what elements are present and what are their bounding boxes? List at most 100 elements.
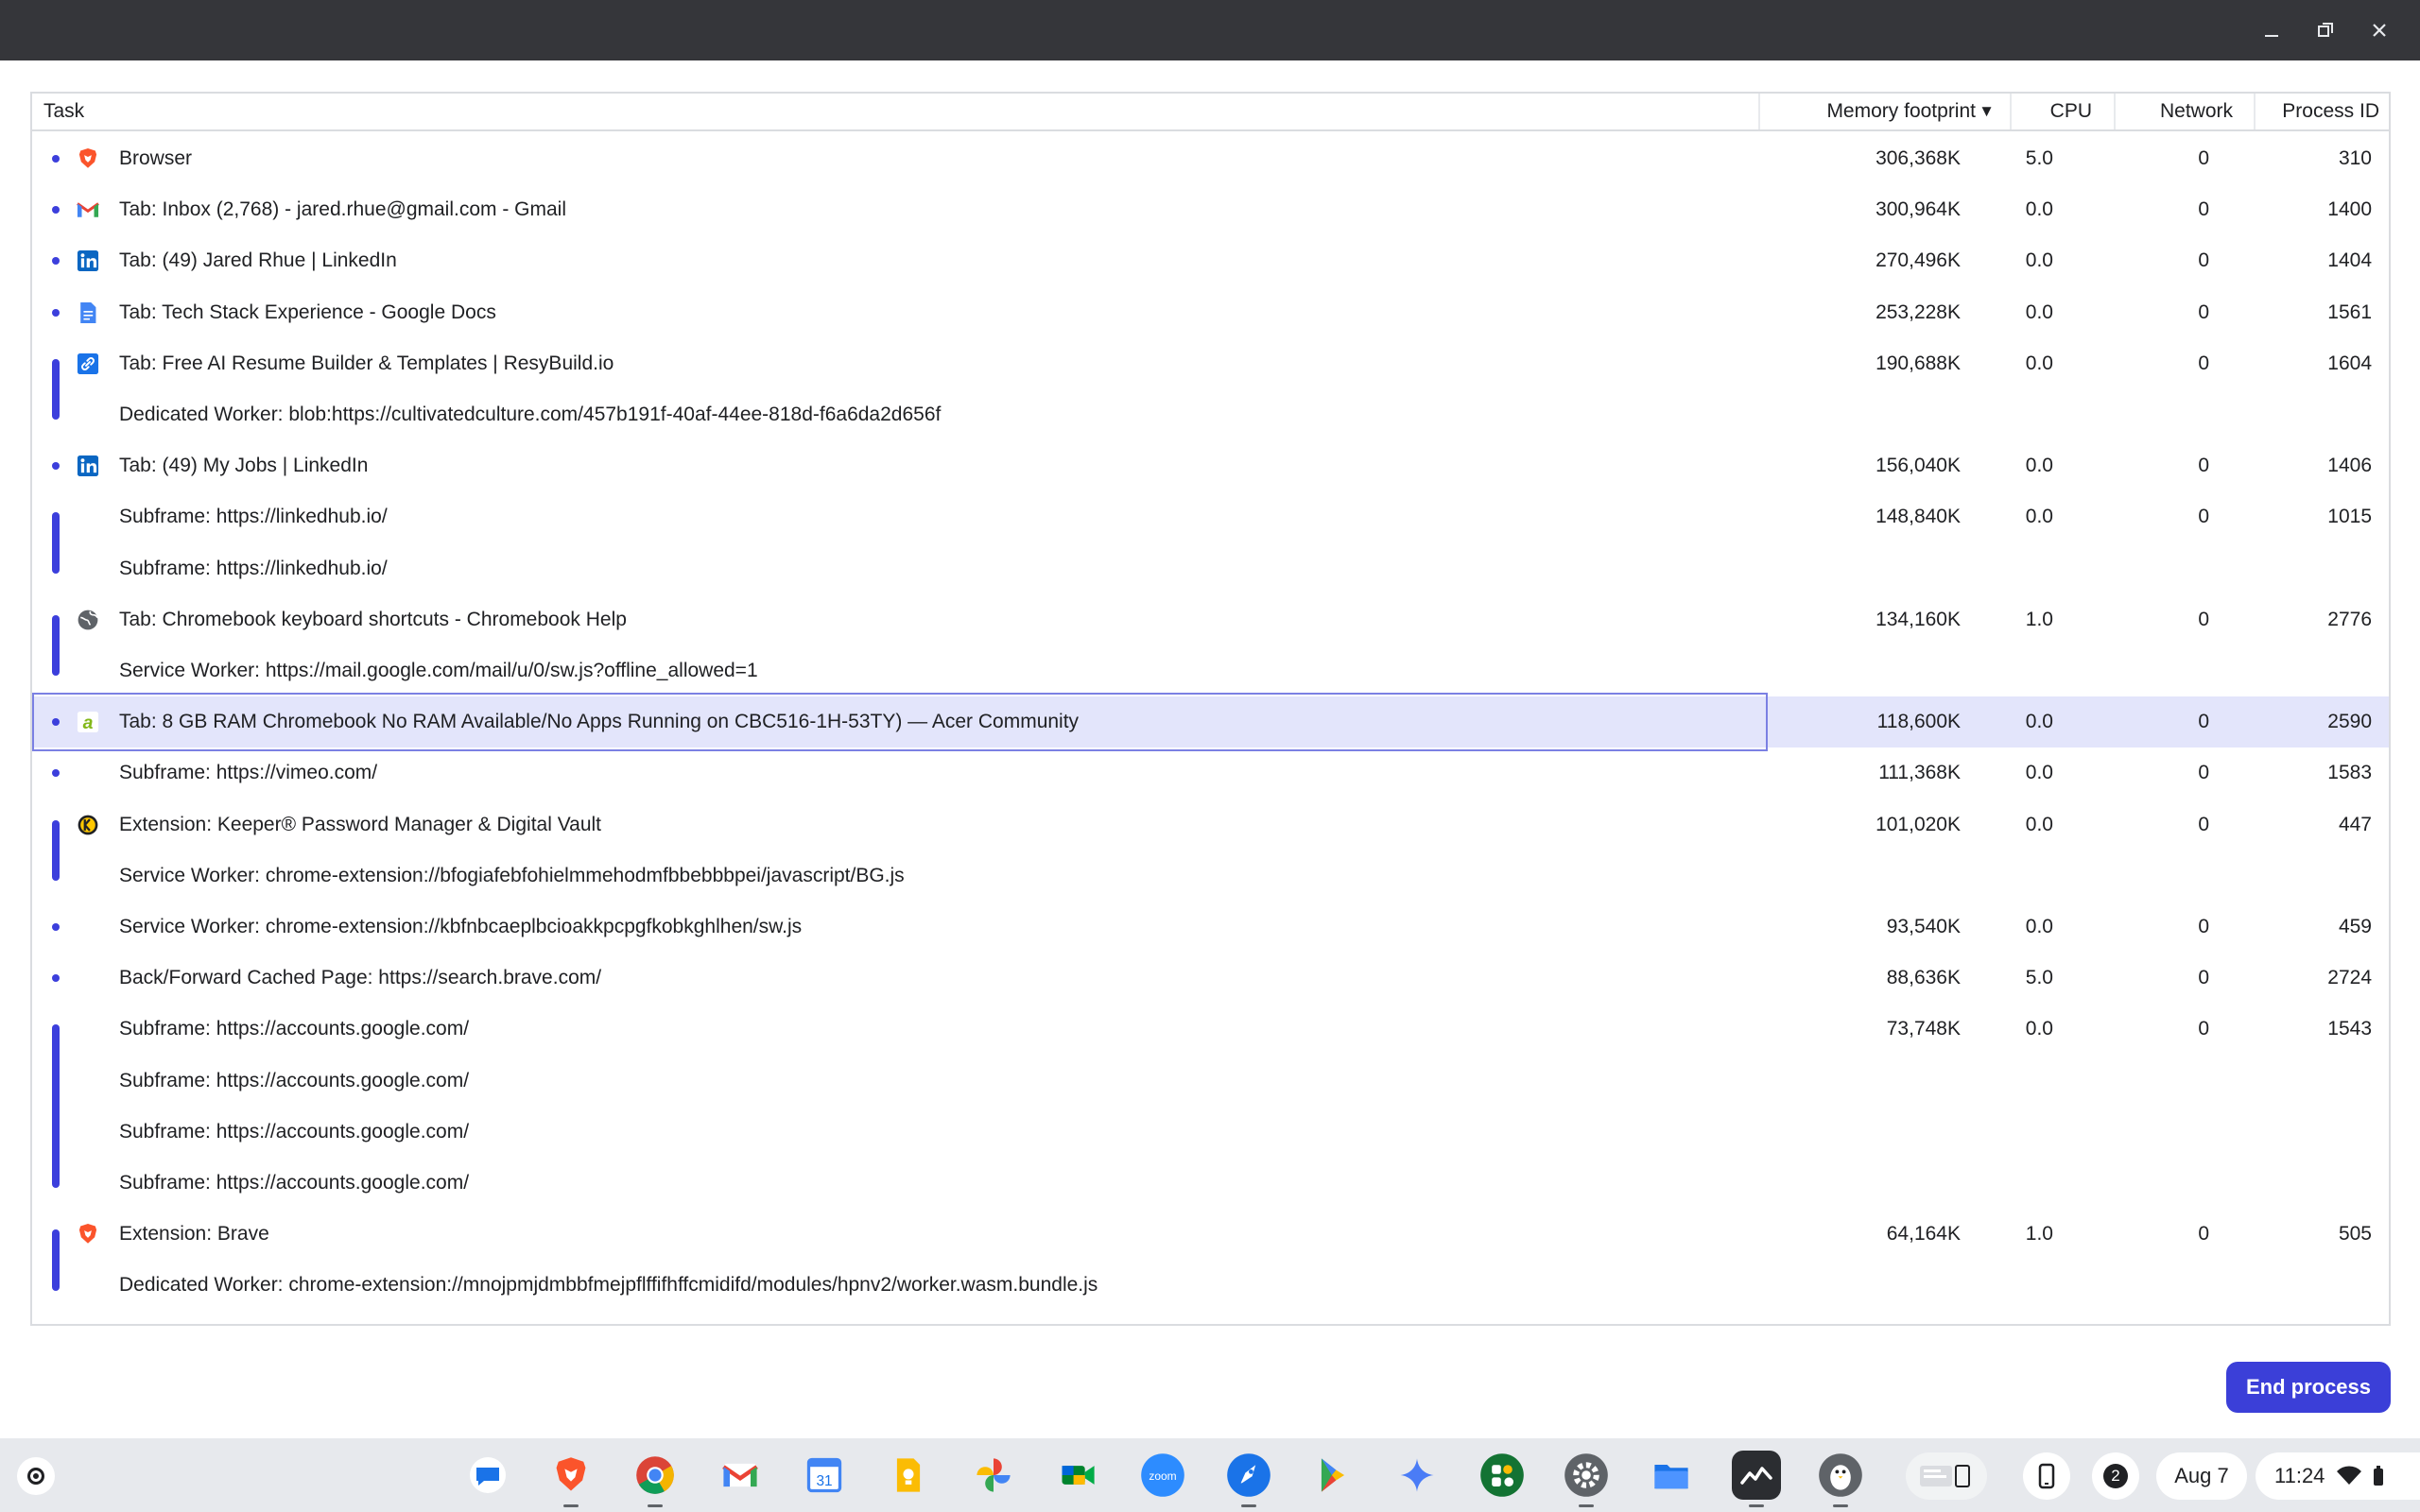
shelf-app-gmail[interactable] bbox=[716, 1451, 765, 1500]
process-id-value: 2590 bbox=[2327, 711, 2372, 733]
column-task[interactable]: Task bbox=[43, 94, 84, 129]
activity-icon bbox=[1740, 1467, 1772, 1485]
memory-value: 134,160K bbox=[1876, 608, 1961, 630]
memory-value: 111,368K bbox=[1878, 762, 1961, 784]
network-value: 0 bbox=[2198, 455, 2209, 477]
table-row[interactable]: a Tab: 8 GB RAM Chromebook No RAM Availab… bbox=[32, 693, 2389, 752]
cpu-value: 0.0 bbox=[2025, 301, 2053, 323]
cpu-value: 0.0 bbox=[2025, 198, 2053, 221]
cpu-value: 0.0 bbox=[2025, 916, 2053, 937]
process-id-value: 2724 bbox=[2327, 967, 2372, 989]
docs-icon bbox=[76, 301, 100, 325]
maximize-button[interactable] bbox=[2307, 11, 2344, 49]
table-row[interactable]: Service Worker: chrome-extension://kbfnb… bbox=[32, 902, 2389, 953]
process-group-bar bbox=[52, 358, 60, 421]
task-name: Dedicated Worker: blob:https://cultivate… bbox=[119, 404, 942, 425]
shelf-app-gemini[interactable] bbox=[1392, 1451, 1442, 1500]
table-row[interactable]: Tab: Tech Stack Experience - Google Docs… bbox=[32, 287, 2389, 338]
phone-hub-button[interactable] bbox=[2023, 1452, 2070, 1500]
table-row[interactable]: Service Worker: https://mail.google.com/… bbox=[32, 645, 2389, 696]
task-name: Service Worker: chrome-extension://bfogi… bbox=[119, 864, 905, 886]
close-icon bbox=[2373, 24, 2386, 37]
column-process-id[interactable]: Process ID bbox=[2254, 94, 2389, 129]
process-id-value: 505 bbox=[2338, 1223, 2372, 1246]
network-value: 0 bbox=[2198, 147, 2209, 169]
shelf-app-play-store[interactable] bbox=[1308, 1451, 1357, 1500]
memory-value: 93,540K bbox=[1886, 916, 1961, 937]
network-value: 0 bbox=[2198, 301, 2209, 323]
date-tray[interactable]: Aug 7 bbox=[2156, 1452, 2247, 1500]
table-row[interactable]: Extension: Brave 64,164K 1.0 0 505 bbox=[32, 1209, 2389, 1260]
column-memory[interactable]: Memory footprint ▼ bbox=[1758, 94, 2010, 129]
table-row[interactable]: Tab: (49) Jared Rhue | LinkedIn 270,496K 0… bbox=[32, 235, 2389, 286]
cpu-value: 0.0 bbox=[2025, 506, 2053, 528]
process-dot bbox=[52, 462, 60, 471]
date-label: Aug 7 bbox=[2174, 1464, 2229, 1487]
shelf-app-settings[interactable] bbox=[1562, 1451, 1611, 1507]
table-row[interactable]: Subframe: https://accounts.google.com/ bbox=[32, 1107, 2389, 1158]
shelf-app-files[interactable] bbox=[1647, 1451, 1696, 1500]
shelf-app-tiles[interactable] bbox=[1478, 1451, 1527, 1500]
memory-value: 64,164K bbox=[1886, 1223, 1961, 1246]
table-row[interactable]: Tab: Chromebook keyboard shortcuts - Chr… bbox=[32, 594, 2389, 645]
table-row[interactable]: Tab: Inbox (2,768) - jared.rhue@gmail.co… bbox=[32, 184, 2389, 235]
status-area[interactable]: 11:24 bbox=[2256, 1452, 2420, 1500]
memory-value: 101,020K bbox=[1876, 813, 1961, 835]
shelf-app-calendar[interactable]: 31 bbox=[800, 1451, 849, 1500]
shelf-app-keep[interactable] bbox=[884, 1451, 933, 1500]
table-row[interactable]: Extension: Keeper® Password Manager & Di… bbox=[32, 799, 2389, 850]
cpu-value: 0.0 bbox=[2025, 455, 2053, 477]
running-indicator bbox=[648, 1504, 663, 1507]
task-name: Tab: Free AI Resume Builder & Templates … bbox=[119, 352, 614, 374]
shelf-app-task-manager[interactable] bbox=[1732, 1451, 1781, 1507]
process-id-value: 1400 bbox=[2327, 198, 2372, 221]
minimize-button[interactable] bbox=[2253, 11, 2290, 49]
table-row[interactable]: Tab: Free AI Resume Builder & Templates … bbox=[32, 338, 2389, 389]
acer-icon: a bbox=[76, 710, 100, 734]
launcher-button[interactable] bbox=[17, 1457, 55, 1495]
table-row[interactable]: Back/Forward Cached Page: https://search… bbox=[32, 953, 2389, 1004]
shelf-app-messages[interactable] bbox=[463, 1451, 512, 1500]
end-process-button[interactable]: End process bbox=[2226, 1362, 2391, 1413]
shelf-app-chrome[interactable] bbox=[631, 1451, 680, 1507]
shelf-app-meet[interactable] bbox=[1053, 1451, 1102, 1500]
notification-center-button[interactable]: 2 bbox=[2092, 1452, 2139, 1500]
column-network[interactable]: Network bbox=[2114, 94, 2254, 129]
table-row[interactable]: Service Worker: chrome-extension://bfogi… bbox=[32, 850, 2389, 902]
table-row[interactable]: Subframe: https://vimeo.com/111,368K 0.0 0… bbox=[32, 747, 2389, 799]
column-cpu[interactable]: CPU bbox=[2010, 94, 2114, 129]
task-name: Extension: Keeper® Password Manager & Di… bbox=[119, 813, 602, 835]
network-value: 0 bbox=[2198, 762, 2209, 784]
shelf-app-brave[interactable] bbox=[546, 1451, 596, 1507]
column-memory-label: Memory footprint bbox=[1826, 100, 1976, 122]
task-name: Tab: 8 GB RAM Chromebook No RAM Availabl… bbox=[119, 711, 1080, 733]
table-row[interactable]: Subframe: https://linkedhub.io/148,840K 0… bbox=[32, 491, 2389, 542]
table-row[interactable]: Subframe: https://accounts.google.com/ bbox=[32, 1056, 2389, 1107]
network-value: 0 bbox=[2198, 608, 2209, 630]
process-dot bbox=[52, 769, 60, 778]
table-row[interactable]: Browser 306,368K 5.0 0 310 bbox=[32, 133, 2389, 184]
table-row[interactable]: Subframe: https://linkedhub.io/ bbox=[32, 543, 2389, 594]
network-value: 0 bbox=[2198, 249, 2209, 272]
cpu-value: 0.0 bbox=[2025, 711, 2053, 733]
memory-value: 148,840K bbox=[1876, 506, 1961, 528]
table-row[interactable]: Dedicated Worker: blob:https://cultivate… bbox=[32, 389, 2389, 440]
process-group-bar bbox=[52, 1024, 60, 1189]
shelf-app-spaceship[interactable] bbox=[1224, 1451, 1273, 1507]
process-id-value: 459 bbox=[2338, 916, 2372, 937]
gear-icon bbox=[1564, 1453, 1608, 1497]
shelf-app-zoom[interactable]: zoom bbox=[1138, 1451, 1187, 1500]
table-row[interactable]: Subframe: https://accounts.google.com/73… bbox=[32, 1004, 2389, 1055]
shelf-app-photos[interactable] bbox=[969, 1451, 1018, 1500]
task-name: Service Worker: chrome-extension://kbfnb… bbox=[119, 916, 803, 937]
folder-icon bbox=[1654, 1465, 1688, 1489]
close-button[interactable] bbox=[2360, 11, 2398, 49]
time-label: 11:24 bbox=[2274, 1464, 2325, 1487]
table-row[interactable]: Subframe: https://accounts.google.com/ bbox=[32, 1158, 2389, 1209]
table-row[interactable]: Dedicated Worker: chrome-extension://mno… bbox=[32, 1260, 2389, 1311]
holding-space-tray[interactable] bbox=[1906, 1452, 1987, 1500]
task-name: Subframe: https://accounts.google.com/ bbox=[119, 1172, 470, 1194]
process-id-value: 2776 bbox=[2327, 608, 2372, 630]
shelf-app-linux[interactable] bbox=[1816, 1451, 1865, 1507]
table-row[interactable]: Tab: (49) My Jobs | LinkedIn 156,040K 0.0 0… bbox=[32, 440, 2389, 491]
